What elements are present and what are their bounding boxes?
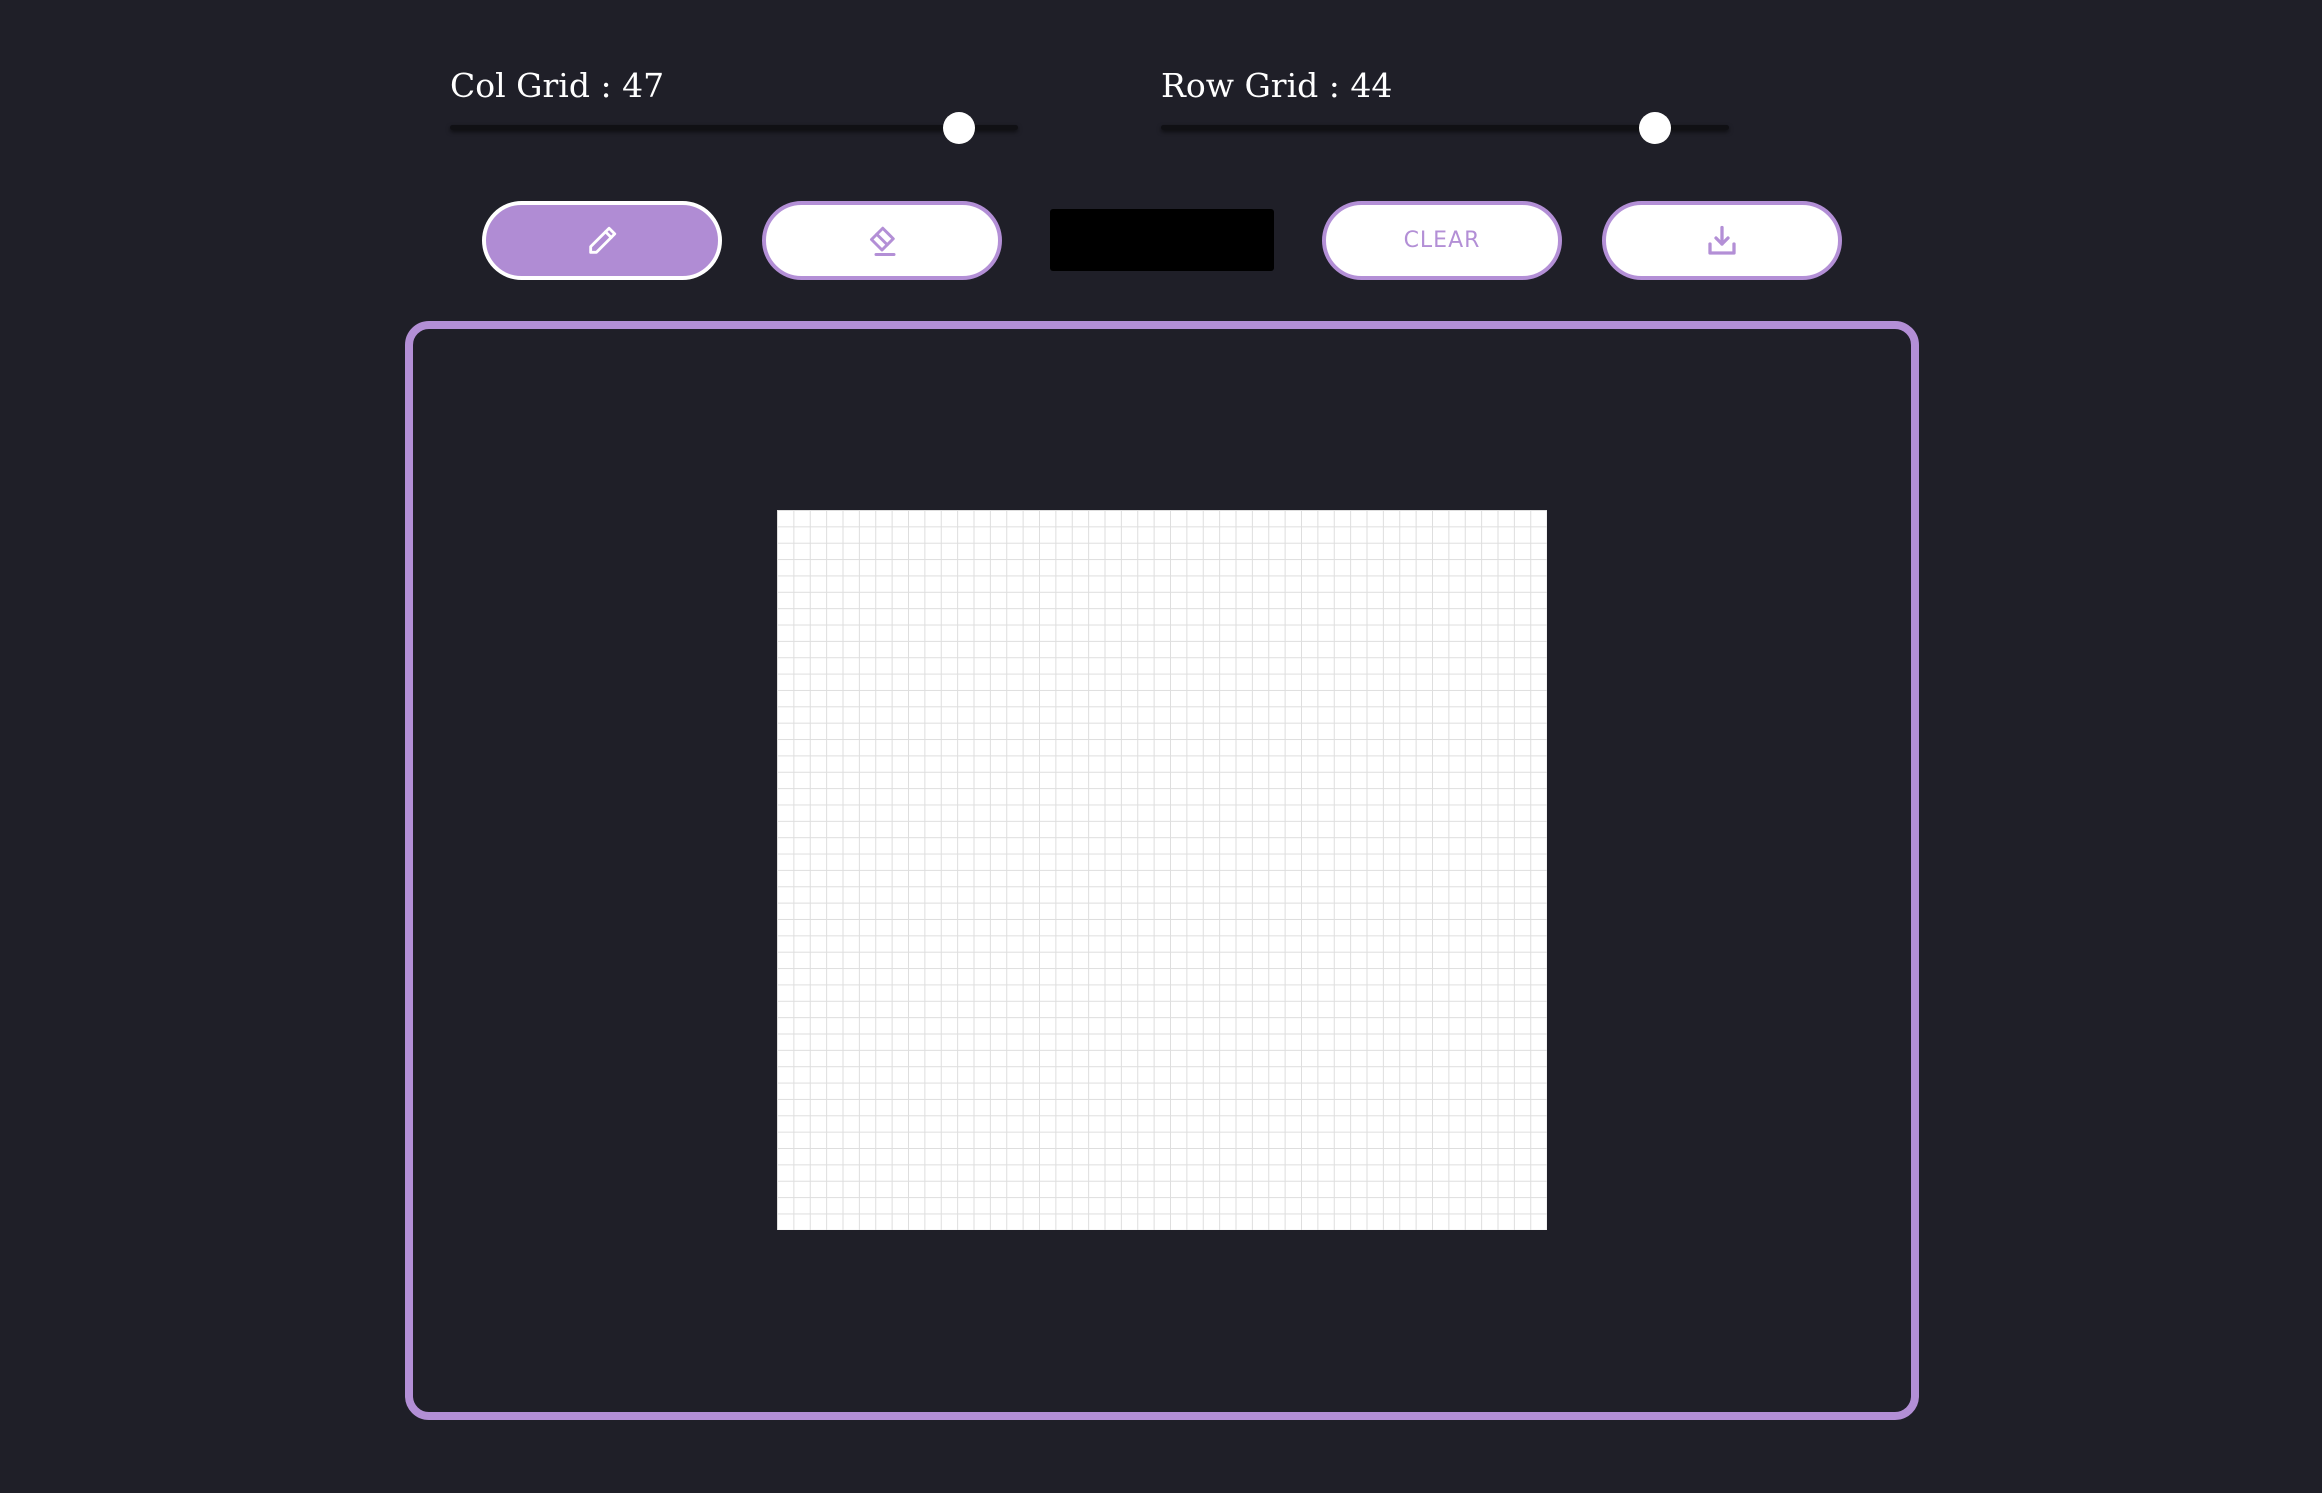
col-grid-slider[interactable] [450,111,1018,144]
download-icon [1704,223,1740,259]
row-grid-label: Row Grid : 44 [1161,62,1392,110]
pencil-icon [585,224,619,258]
row-grid-slider-thumb[interactable] [1638,111,1671,144]
col-grid-slider-thumb[interactable] [942,111,975,144]
color-picker[interactable] [1050,209,1274,271]
col-grid-label: Col Grid : 47 [450,62,664,110]
col-grid-value: 47 [622,66,665,105]
row-grid-control: Row Grid : 44 [1161,62,1731,152]
eraser-icon [864,223,900,259]
pencil-button[interactable] [482,201,722,280]
row-grid-value: 44 [1350,66,1393,105]
row-grid-label-prefix: Row Grid : [1161,66,1351,105]
clear-button[interactable]: CLEAR [1322,201,1562,280]
pixel-grid-canvas[interactable] [777,510,1547,1230]
download-button[interactable] [1602,201,1842,280]
col-grid-label-prefix: Col Grid : [450,66,623,105]
clear-button-label: CLEAR [1403,228,1481,253]
row-grid-slider[interactable] [1161,111,1729,144]
col-grid-control: Col Grid : 47 [450,62,1020,152]
eraser-button[interactable] [762,201,1002,280]
